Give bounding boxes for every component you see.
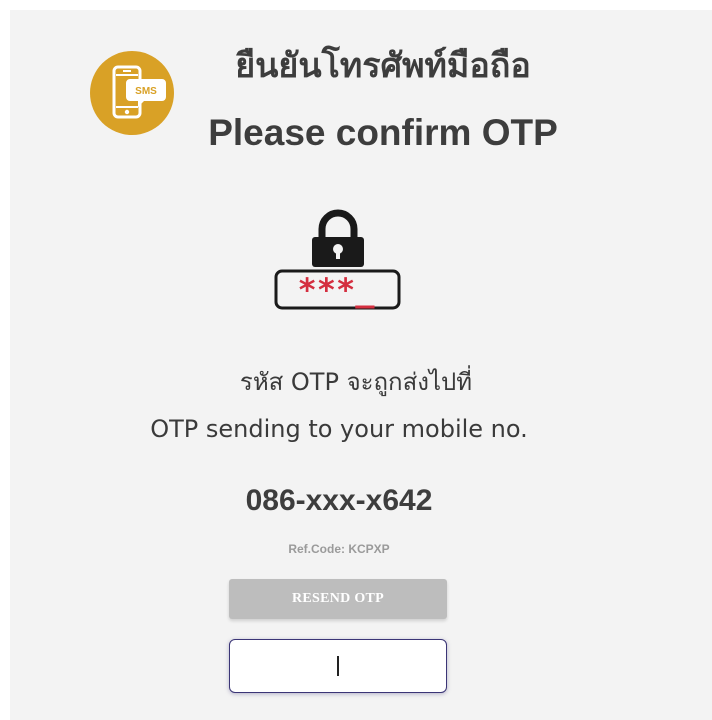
page-title: Please confirm OTP bbox=[208, 112, 558, 153]
page-title-thai: ยืนยันโทรศัพท์มือถือ bbox=[235, 46, 531, 86]
mobile-number: 086-xxx-x642 bbox=[245, 484, 433, 517]
resend-otp-button[interactable]: RESEND OTP bbox=[229, 579, 447, 619]
lock-password-icon: ***_ bbox=[274, 209, 401, 310]
otp-sending-text-thai: รหัส OTP จะถูกส่งไปที่ bbox=[239, 368, 473, 396]
otp-sending-text: OTP sending to your mobile no. bbox=[150, 415, 528, 443]
ref-code: Ref.Code: KCPXP bbox=[288, 542, 390, 556]
masked-code: ***_ bbox=[297, 271, 375, 309]
text-caret bbox=[337, 656, 339, 676]
